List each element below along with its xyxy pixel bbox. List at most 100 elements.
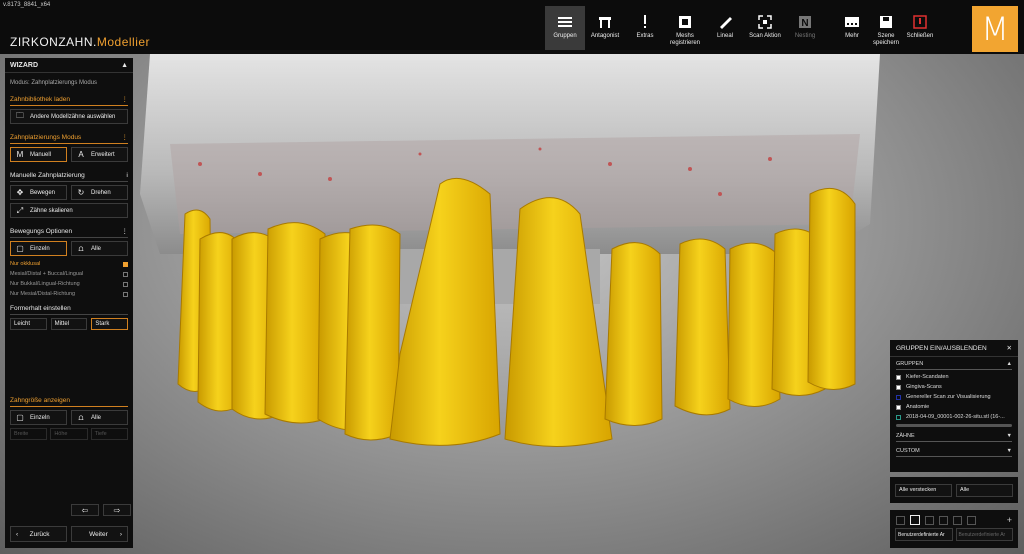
checkbox[interactable] xyxy=(123,281,128,287)
next-button[interactable]: Weiter › xyxy=(71,526,128,542)
toolbar-label: Schließen xyxy=(906,33,934,39)
custom-view-button[interactable]: Benutzerdefinierte Ar xyxy=(895,528,953,541)
wizard-title: WIZARD xyxy=(10,61,38,69)
group-item[interactable]: Genereller Scan zur Visualisierung xyxy=(890,392,1018,402)
undo-button[interactable]: ⇦ xyxy=(71,504,99,516)
rotate-button[interactable]: ↻ Drehen xyxy=(71,185,128,200)
redo-button[interactable]: ⇨ xyxy=(103,504,131,516)
toolbar-scan-aktion-button[interactable]: Scan Aktion xyxy=(745,6,785,50)
size-all-button[interactable]: ⩍ Alle xyxy=(71,410,128,425)
all-button[interactable]: ⩍ Alle xyxy=(71,241,128,256)
all-teeth-icon: ⩍ xyxy=(78,243,84,253)
toolbar-save-button[interactable]: Szene speichern xyxy=(869,6,903,50)
view-preset-icon[interactable] xyxy=(967,515,976,525)
group-item[interactable]: Gingiva-Scans xyxy=(890,382,1018,392)
checkbox[interactable] xyxy=(123,291,128,297)
size-single-button[interactable]: ▢ Einzeln xyxy=(10,410,67,425)
mesh-register-icon xyxy=(677,14,693,30)
wizard-panel: WIZARD ▲ Modus: Zahnplatzierungs Modus Z… xyxy=(5,58,133,548)
group-item[interactable]: Kiefer-Scandaten xyxy=(890,372,1018,382)
toolbar-extras-button[interactable]: Extras xyxy=(625,6,665,50)
section-library: Zahnbibliothek laden ⋮ xyxy=(10,95,129,104)
svg-text:N: N xyxy=(801,18,808,29)
rotate-icon: ↻ xyxy=(77,188,85,197)
show-all-button[interactable]: Alle xyxy=(956,483,1013,497)
modellier-logo[interactable]: M xyxy=(972,6,1018,52)
group-visibility-checkbox[interactable] xyxy=(896,384,901,390)
toolbar-label: Antagonist xyxy=(590,33,620,39)
option-mesial-distal-buccal[interactable]: Mesial/Distal + Buccal/Lingual xyxy=(5,269,133,279)
menu-icon[interactable]: ⋮ xyxy=(122,95,129,103)
divider xyxy=(896,441,1012,442)
app-brand: ZIRKONZAHN.Modellier xyxy=(10,35,150,49)
teeth-section-header[interactable]: ZÄHNE ▼ xyxy=(890,429,1018,441)
toolbar-gruppen-button[interactable]: Gruppen xyxy=(545,6,585,50)
custom-view-button[interactable]: Benutzerdefinierte Ar xyxy=(955,528,1013,541)
extended-mode-button[interactable]: A Erweitert xyxy=(71,147,128,162)
height-field[interactable]: Höhe xyxy=(50,428,88,440)
toolbar-label: Gruppen xyxy=(553,33,577,39)
option-mesial-distal[interactable]: Nur Mesial/Distal-Richtung xyxy=(5,289,133,299)
single-button[interactable]: ▢ Einzeln xyxy=(10,241,67,256)
divider xyxy=(10,237,128,238)
section-move-options: Bewegungs Optionen ⋮ xyxy=(10,227,129,236)
wizard-header[interactable]: WIZARD ▲ xyxy=(5,58,133,73)
section-manual-placement: Manuelle Zahnplatzierung ⅰ xyxy=(10,171,128,180)
toolbar-label: Meshs registrieren xyxy=(669,33,700,46)
toolbar-meshs-button[interactable]: Meshs registrieren xyxy=(665,6,705,50)
close-icon[interactable]: ✕ xyxy=(1007,344,1012,352)
add-icon[interactable]: + xyxy=(1007,515,1012,525)
shape-medium-button[interactable]: Mittel xyxy=(50,318,88,330)
select-model-teeth-button[interactable]: 🗀 Andere Modellzähne auswählen xyxy=(10,109,128,124)
section-placement-mode: Zahnplatzierungs Modus ⋮ xyxy=(10,133,129,142)
info-icon[interactable]: ⅰ xyxy=(126,171,128,179)
collapse-icon[interactable]: ▲ xyxy=(121,62,128,69)
group-visibility-checkbox[interactable] xyxy=(896,374,901,380)
divider xyxy=(10,181,128,182)
hamburger-icon xyxy=(557,14,573,30)
width-field[interactable]: Breite xyxy=(10,428,48,440)
toolbar-close-button[interactable]: Schließen xyxy=(903,6,937,50)
checkbox[interactable] xyxy=(123,261,128,267)
hide-all-button[interactable]: Alle verstecken xyxy=(895,483,952,497)
option-buccal-lingual[interactable]: Nur Bukkal/Lingual-Richtung xyxy=(5,279,133,289)
chevron-up-icon[interactable]: ▲ xyxy=(1007,361,1012,367)
all-teeth-icon: ⩍ xyxy=(78,412,84,422)
model-viewport[interactable] xyxy=(0,54,1024,554)
view-preset-icon[interactable] xyxy=(939,515,948,525)
groups-section-header[interactable]: GRUPPEN ▲ xyxy=(890,357,1018,369)
menu-icon[interactable]: ⋮ xyxy=(122,133,129,141)
shape-strong-button[interactable]: Stark xyxy=(91,318,129,330)
option-occlusal-only[interactable]: Nur okklusal xyxy=(5,259,133,269)
chevron-down-icon[interactable]: ▼ xyxy=(1007,433,1012,439)
toolbar-lineal-button[interactable]: Lineal xyxy=(705,6,745,50)
back-button[interactable]: ‹ Zurück xyxy=(10,526,67,542)
chevron-down-icon[interactable]: ▼ xyxy=(1007,448,1012,454)
manual-mode-button[interactable]: M Manuell xyxy=(10,147,67,162)
toolbar-label: Lineal xyxy=(716,33,733,39)
divider xyxy=(10,143,128,144)
view-preset-icon[interactable] xyxy=(910,515,920,525)
checkbox[interactable] xyxy=(123,271,128,277)
toolbar-nesting-button[interactable]: N Nesting xyxy=(785,6,825,50)
view-preset-icon[interactable] xyxy=(896,515,905,525)
group-item[interactable]: Anatomie xyxy=(890,402,1018,412)
group-item[interactable]: 2018-04-09_00001-002-26-situ.stl (16-... xyxy=(890,412,1018,422)
divider xyxy=(896,456,1012,457)
move-button[interactable]: ✥ Bewegen xyxy=(10,185,67,200)
undo-icon: ⇦ xyxy=(81,505,89,515)
custom-section-header[interactable]: CUSTOM ▼ xyxy=(890,444,1018,456)
group-visibility-checkbox[interactable] xyxy=(896,394,901,400)
toolbar-antagonist-button[interactable]: Antagonist xyxy=(585,6,625,50)
view-preset-icon[interactable] xyxy=(953,515,962,525)
menu-icon[interactable]: ⋮ xyxy=(122,227,129,235)
group-visibility-checkbox[interactable] xyxy=(896,404,901,410)
m-icon: M xyxy=(16,150,24,159)
depth-field[interactable]: Tiefe xyxy=(90,428,128,440)
shape-light-button[interactable]: Leicht xyxy=(10,318,47,330)
view-preset-icon[interactable] xyxy=(925,515,934,525)
group-visibility-checkbox[interactable] xyxy=(896,414,901,420)
horizontal-scrollbar[interactable] xyxy=(896,424,1012,427)
scale-teeth-button[interactable]: ⤢ Zähne skalieren xyxy=(10,203,128,218)
toolbar-mehr-button[interactable]: Mehr xyxy=(835,6,869,50)
